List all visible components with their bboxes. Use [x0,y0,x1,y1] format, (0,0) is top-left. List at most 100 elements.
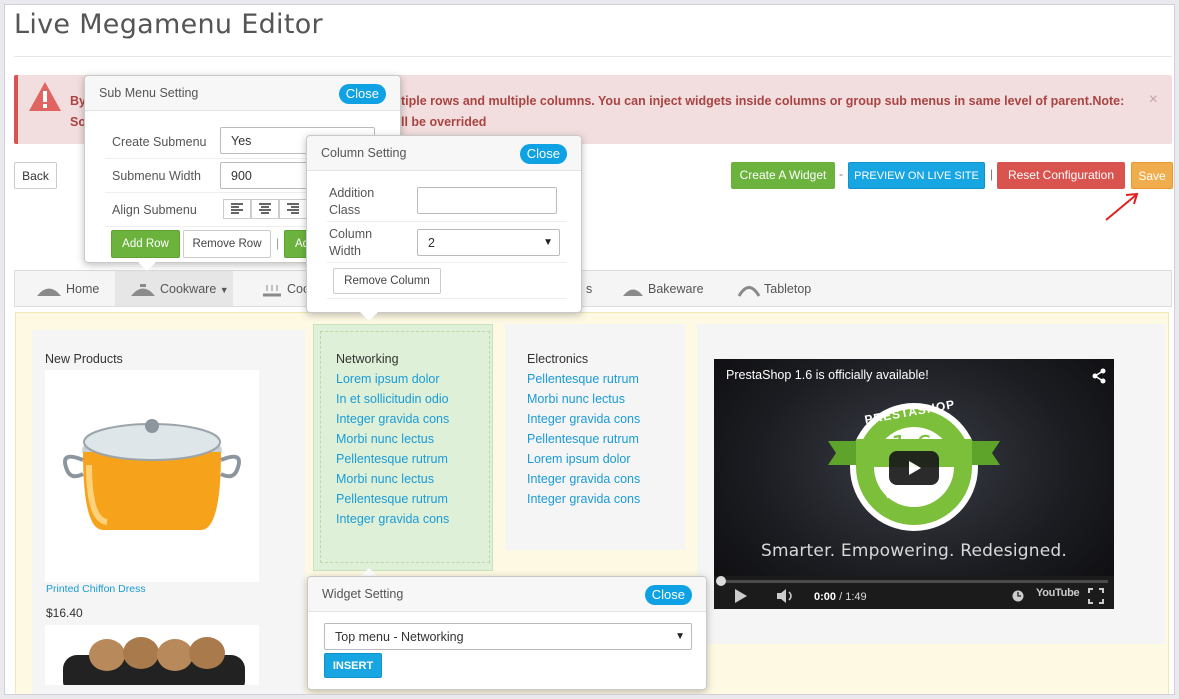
electronics-link[interactable]: Integer gravida cons [527,472,640,486]
networking-heading: Networking [336,352,399,366]
volume-icon[interactable] [776,589,796,603]
align-center-icon [259,203,271,214]
networking-link[interactable]: Pellentesque rutrum [336,492,448,506]
add-row-button[interactable]: Add Row [111,230,180,258]
networking-link[interactable]: Integer gravida cons [336,412,449,426]
networking-link[interactable]: Pellentesque rutrum [336,452,448,466]
back-button[interactable]: Back [14,162,57,189]
youtube-logo[interactable]: YouTube [1036,587,1080,599]
electronics-link[interactable]: Lorem ipsum dolor [527,452,631,466]
menu-item-label: Tabletop [764,282,812,296]
video-title[interactable]: PrestaShop 1.6 is officially available! [726,368,929,382]
menu-item-partial[interactable]: s [586,271,592,306]
bakeware-icon [623,289,643,296]
play-icon[interactable] [734,588,748,604]
widget-setting-popover: Widget Setting Close Top menu - Networki… [307,576,707,690]
networking-link[interactable]: Integer gravida cons [336,512,449,526]
column-width-value: 2 [428,236,435,250]
popover-title: Column Setting [321,146,407,160]
align-left-button[interactable] [223,199,251,219]
save-button[interactable]: Save [1131,162,1173,189]
submenu-width-label: Submenu Width [112,169,201,183]
dome-icon [737,285,761,297]
clock-icon[interactable] [1012,590,1024,602]
share-icon[interactable] [1092,368,1106,384]
column-width-row: Column Width 2 ▼ [327,222,567,263]
play-icon [909,461,921,475]
product-image-toaster[interactable] [45,625,259,685]
warning-icon [29,82,61,111]
menu-item-label: Cookware [160,282,217,296]
addition-class-row: Addition Class [327,179,567,222]
align-right-button[interactable] [279,199,307,219]
caret-down-icon: ▼ [675,631,685,642]
fullscreen-icon[interactable] [1088,588,1104,604]
remove-row-button[interactable]: Remove Row [183,230,271,258]
close-button[interactable]: Close [644,585,692,605]
column-width-label: Column Width [329,226,372,260]
badge-bottom-text: VERSION [884,489,941,501]
menu-item-cooking[interactable]: Coo [260,271,310,306]
addition-class-label-line1: Addition [329,186,375,200]
popover-header: Widget Setting Close [308,577,706,612]
addition-class-label-line2: Class [329,203,361,217]
submenu-width-value: 900 [231,169,252,183]
addition-class-label: Addition Class [329,185,374,219]
reset-configuration-button[interactable]: Reset Configuration [997,162,1125,189]
button-separator: | [276,236,280,250]
electronics-link[interactable]: Integer gravida cons [527,412,640,426]
networking-link[interactable]: Lorem ipsum dolor [336,372,440,386]
close-button[interactable]: Close [519,144,567,164]
electronics-link[interactable]: Pellentesque rutrum [527,372,639,386]
align-submenu-label: Align Submenu [112,203,197,217]
popover-title: Widget Setting [322,587,404,601]
chevron-down-icon: ▼ [219,285,229,295]
align-center-button[interactable] [251,199,279,219]
video-player[interactable]: PrestaShop 1.6 is officially available! … [714,359,1114,609]
addition-class-input[interactable] [417,187,557,214]
menu-item-cookware[interactable]: Cookware ▼ [115,271,233,306]
menu-item-label: Home [66,282,100,296]
toaster-image [63,637,245,685]
column-setting-popover: Column Setting Close Addition Class Colu… [306,135,582,313]
networking-link[interactable]: Morbi nunc lectus [336,432,434,446]
create-submenu-value: Yes [231,134,252,148]
product-price: $16.40 [46,606,83,620]
popover-pointer [360,312,378,321]
megamenu-bar: Home Cookware ▼ Coo s Bakeware Tabletop [14,270,1172,307]
caret-down-icon: ▼ [543,237,553,248]
create-widget-button[interactable]: Create A Widget [731,162,835,189]
networking-link[interactable]: Morbi nunc lectus [336,472,434,486]
menu-item-bakeware[interactable]: Bakeware [621,271,704,306]
red-arrow-icon [1105,192,1139,221]
title-divider [14,56,1172,57]
menu-item-home[interactable]: Home [35,271,99,306]
widget-select[interactable]: Top menu - Networking ▼ [324,623,692,650]
video-time: 0:00 / 1:49 [814,591,867,603]
pot-icon [131,283,155,296]
play-button[interactable] [889,451,939,485]
remove-column-button[interactable]: Remove Column [333,268,441,294]
menu-item-label: Bakeware [648,282,704,296]
video-scrubber[interactable] [716,576,726,586]
close-button[interactable]: Close [338,84,386,104]
electronics-link[interactable]: Integer gravida cons [527,492,640,506]
insert-widget-button[interactable]: INSERT [324,653,382,678]
create-submenu-label: Create Submenu [112,135,207,149]
column-width-label-line2: Width [329,244,361,258]
networking-link[interactable]: In et sollicitudin odio [336,392,449,406]
popover-title: Sub Menu Setting [99,86,199,100]
alert-close-button[interactable]: × [1149,91,1158,109]
alert-text-right: tiple rows and multiple columns. You can… [401,94,1125,108]
electronics-heading: Electronics [527,352,589,366]
menu-item-tabletop[interactable]: Tabletop [737,271,811,306]
widget-select-value: Top menu - Networking [335,630,464,644]
electronics-link[interactable]: Pellentesque rutrum [527,432,639,446]
product-image-pot[interactable] [45,370,259,582]
product-name-link[interactable]: Printed Chiffon Dress [46,583,146,595]
electronics-link[interactable]: Morbi nunc lectus [527,392,625,406]
pot-icon [37,288,61,296]
video-progress-bar[interactable] [722,580,1108,583]
preview-live-site-button[interactable]: PREVIEW ON LIVE SITE [848,162,985,189]
column-width-select[interactable]: 2 ▼ [417,229,560,256]
